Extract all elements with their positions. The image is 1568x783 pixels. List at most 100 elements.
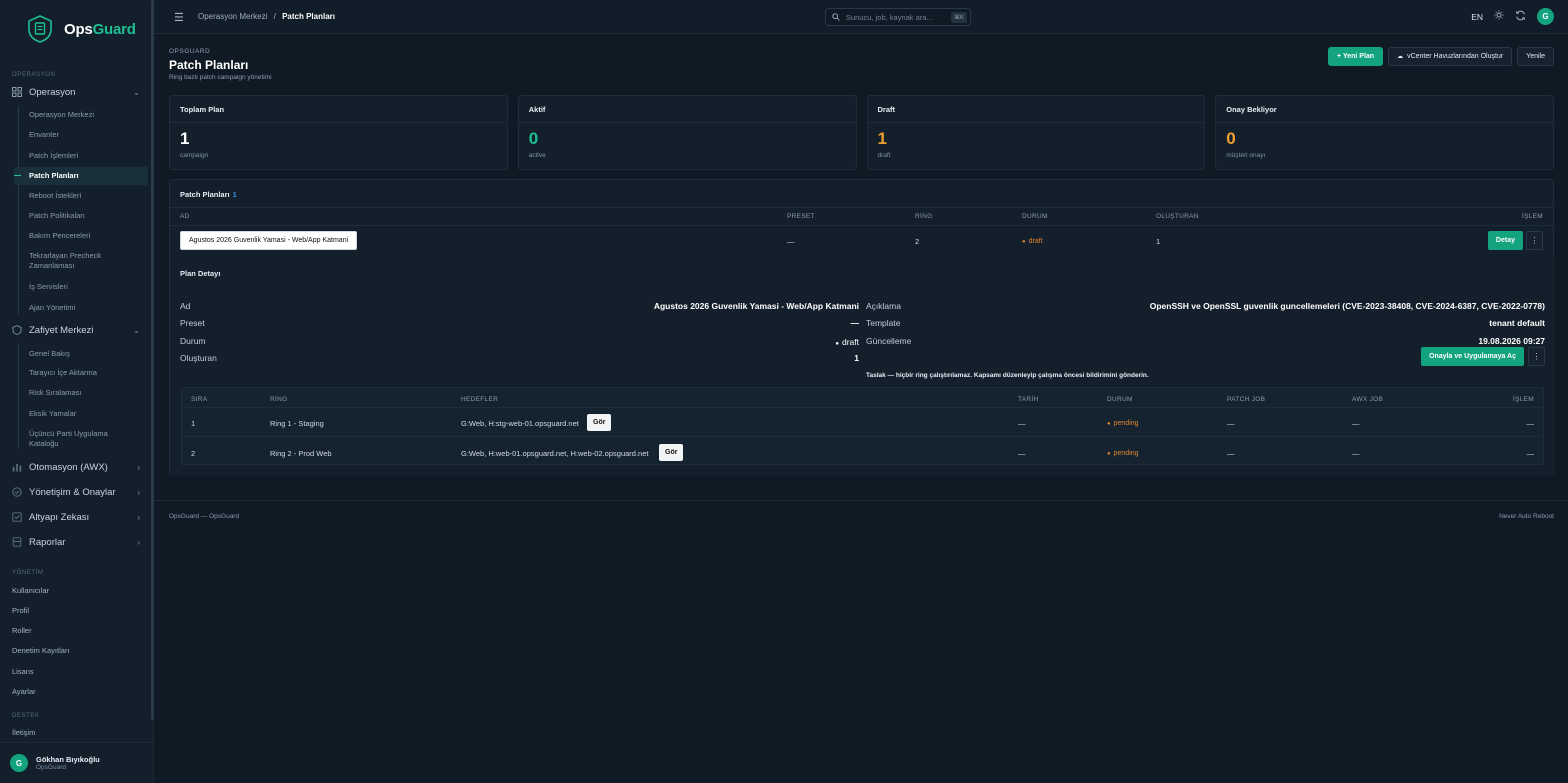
new-plan-button[interactable]: + Yeni Plan	[1328, 47, 1384, 66]
approve-and-open-button[interactable]: Onayla ve Uygulamaya Aç	[1421, 347, 1524, 366]
stat-title: Draft	[877, 105, 896, 114]
sidebar: OpsGuard OPERASYON Operasyon ⌄ Operasyon…	[0, 0, 154, 783]
nav-group-raporlar[interactable]: Raporlar ›	[12, 534, 142, 550]
nav-group-otomasyon[interactable]: Otomasyon (AWX) ›	[12, 459, 142, 475]
stat-value: 1	[180, 129, 190, 148]
search-icon	[832, 13, 840, 21]
status-badge: draft	[835, 337, 859, 347]
ring-targets: G:Web, H:stg-web-01.opsguard.net	[461, 419, 579, 428]
sidebar-item-patch-politikalari[interactable]: Patch Politikaları	[29, 211, 147, 221]
sidebar-scrollbar[interactable]	[151, 0, 154, 720]
sidebar-item-genel-bakis[interactable]: Genel Bakış	[29, 349, 147, 359]
sidebar-item-envanter[interactable]: Envanter	[29, 130, 147, 140]
sidebar-item-profil[interactable]: Profil	[12, 606, 29, 615]
nav-group-label: Altyapı Zekası	[29, 511, 90, 523]
sidebar-item-patch-islemleri[interactable]: Patch İşlemleri	[29, 151, 147, 161]
detail-value-preset: —	[850, 318, 860, 328]
page-subtitle: Ring bazlı patch campaign yönetimi	[169, 74, 272, 81]
language-toggle[interactable]: EN	[1471, 12, 1483, 22]
sidebar-item-bakim-pencereleri[interactable]: Bakım Pencereleri	[29, 231, 147, 241]
vcenter-create-button[interactable]: ☁ vCenter Havuzlarından Oluştur	[1388, 47, 1513, 66]
chevron-right-icon: ›	[137, 512, 140, 522]
col-date: TARİH	[1018, 396, 1039, 403]
detail-label-aciklama: Açıklama	[866, 301, 901, 311]
sidebar-item-roller[interactable]: Roller	[12, 626, 32, 635]
search-box[interactable]: Sunucu, job, kaynak ara... ⌘K	[825, 8, 971, 26]
sidebar-item-denetim-kayitlari[interactable]: Denetim Kayıtları	[12, 646, 70, 655]
nav-group-operasyon[interactable]: Operasyon ⌄	[12, 84, 142, 100]
view-targets-button[interactable]: Gör	[659, 444, 684, 461]
sidebar-item-risk-siralamasi[interactable]: Risk Sıralaması	[29, 388, 147, 398]
stat-title: Toplam Plan	[180, 105, 225, 114]
plan-preset: —	[787, 237, 795, 246]
topbar-actions: EN G	[1471, 8, 1554, 25]
sidebar-item-patch-planlari[interactable]: Patch Planları	[14, 167, 148, 185]
col-seq: SIRA	[191, 396, 208, 403]
sidebar-item-operasyon-merkezi[interactable]: Operasyon Merkezi	[29, 110, 147, 120]
sidebar-item-ajan-yonetimi[interactable]: Ajan Yönetimi	[29, 303, 147, 313]
detail-label-template: Template	[866, 318, 901, 328]
vcenter-create-label: vCenter Havuzlarından Oluştur	[1407, 53, 1504, 60]
sidebar-item-kullanicilar[interactable]: Kullanıcılar	[12, 586, 49, 595]
plans-panel-title: Patch Planları 1	[180, 190, 237, 199]
nav-group-yonetisim[interactable]: Yönetişim & Onaylar ›	[12, 484, 142, 500]
ring-name: Ring 2 - Prod Web	[270, 449, 332, 458]
sidebar-item-reboot-istekleri[interactable]: Reboot İstekleri	[29, 191, 147, 201]
page-eyebrow: OPSGUARD	[169, 48, 211, 55]
chevron-right-icon: ›	[137, 487, 140, 497]
stat-value: 1	[877, 129, 887, 148]
sidebar-item-ayarlar[interactable]: Ayarlar	[12, 687, 36, 696]
refresh-icon[interactable]	[1515, 10, 1526, 24]
nav-group-zafiyet-merkezi[interactable]: Zafiyet Merkezi ⌄	[12, 322, 142, 338]
user-org: OpsGuard	[36, 764, 66, 771]
sun-icon[interactable]	[1494, 10, 1504, 23]
sidebar-item-iletisim[interactable]: İletişim	[12, 728, 35, 737]
sidebar-item-precheck-zamanlamasi[interactable]: Tekrarlayan Precheck Zamanlaması	[29, 251, 129, 271]
more-actions-button[interactable]: ⋮	[1526, 231, 1543, 250]
grid-icon	[12, 87, 22, 97]
breadcrumb-separator: /	[273, 12, 276, 21]
ring-date: —	[1018, 449, 1026, 458]
ring-action: —	[1526, 449, 1535, 458]
col-awx-job: AWX JOB	[1352, 396, 1384, 403]
nav-group-altyapi-zekasi[interactable]: Altyapı Zekası ›	[12, 509, 142, 525]
detail-value-ad: Agustos 2026 Guvenlik Yamasi - Web/App K…	[653, 301, 859, 311]
section-yonetim: YÖNETİM	[12, 570, 44, 576]
detail-value-guncelleme: 19.08.2026 09:27	[1478, 336, 1545, 346]
sidebar-item-lisans[interactable]: Lisans	[12, 667, 34, 676]
chevron-down-icon: ⌄	[133, 325, 140, 335]
topbar: ☰ Operasyon Merkezi / Patch Planları Sun…	[154, 0, 1568, 34]
user-name: Gökhan Bıyıkoğlu	[36, 755, 100, 764]
sidebar-item-is-servisleri[interactable]: İş Servisleri	[29, 282, 147, 292]
view-targets-button[interactable]: Gör	[587, 414, 612, 431]
user-profile[interactable]: G Gökhan Bıyıkoğlu OpsGuard	[0, 742, 154, 783]
sidebar-item-eksik-yamalar[interactable]: Eksik Yamalar	[29, 409, 147, 419]
refresh-button[interactable]: Yenile	[1517, 47, 1554, 66]
plan-detail: Plan Detayı Ad Agustos 2026 Guvenlik Yam…	[170, 258, 1555, 476]
col-targets: HEDEFLER	[461, 396, 499, 403]
shield-logo-icon	[28, 15, 52, 43]
page-title: Patch Planları	[169, 58, 249, 72]
plan-detail-title: Plan Detayı	[180, 269, 221, 278]
plan-name-chip[interactable]: Agustos 2026 Guvenlik Yamasi - Web/App K…	[180, 231, 358, 250]
search-input[interactable]: Sunucu, job, kaynak ara...	[846, 13, 933, 22]
detail-more-button[interactable]: ⋮	[1528, 347, 1545, 366]
col-ring: RİNG	[915, 213, 933, 220]
breadcrumb-parent[interactable]: Operasyon Merkezi	[198, 12, 267, 21]
avatar[interactable]: G	[1537, 8, 1554, 25]
logo[interactable]: OpsGuard	[26, 13, 136, 45]
nav-group-label: Yönetişim & Onaylar	[29, 486, 116, 498]
detail-button[interactable]: Detay	[1487, 231, 1523, 250]
subnav-line	[18, 343, 19, 449]
chevron-right-icon: ›	[137, 537, 140, 547]
footer-divider	[154, 500, 1568, 501]
menu-icon[interactable]: ☰	[174, 11, 184, 24]
checkbox-icon	[12, 512, 22, 522]
shield-icon	[12, 325, 22, 335]
section-destek: DESTEK	[12, 713, 40, 719]
bar-chart-icon	[12, 462, 22, 472]
sidebar-item-tarayici-ice-aktarma[interactable]: Tarayıcı İçe Aktarma	[29, 368, 147, 378]
ring-patch-job: —	[1227, 449, 1235, 458]
chevron-down-icon: ⌄	[133, 87, 140, 97]
sidebar-item-ucuncu-parti-katalogu[interactable]: Üçüncü Parti Uygulama Kataloğu	[29, 429, 129, 449]
